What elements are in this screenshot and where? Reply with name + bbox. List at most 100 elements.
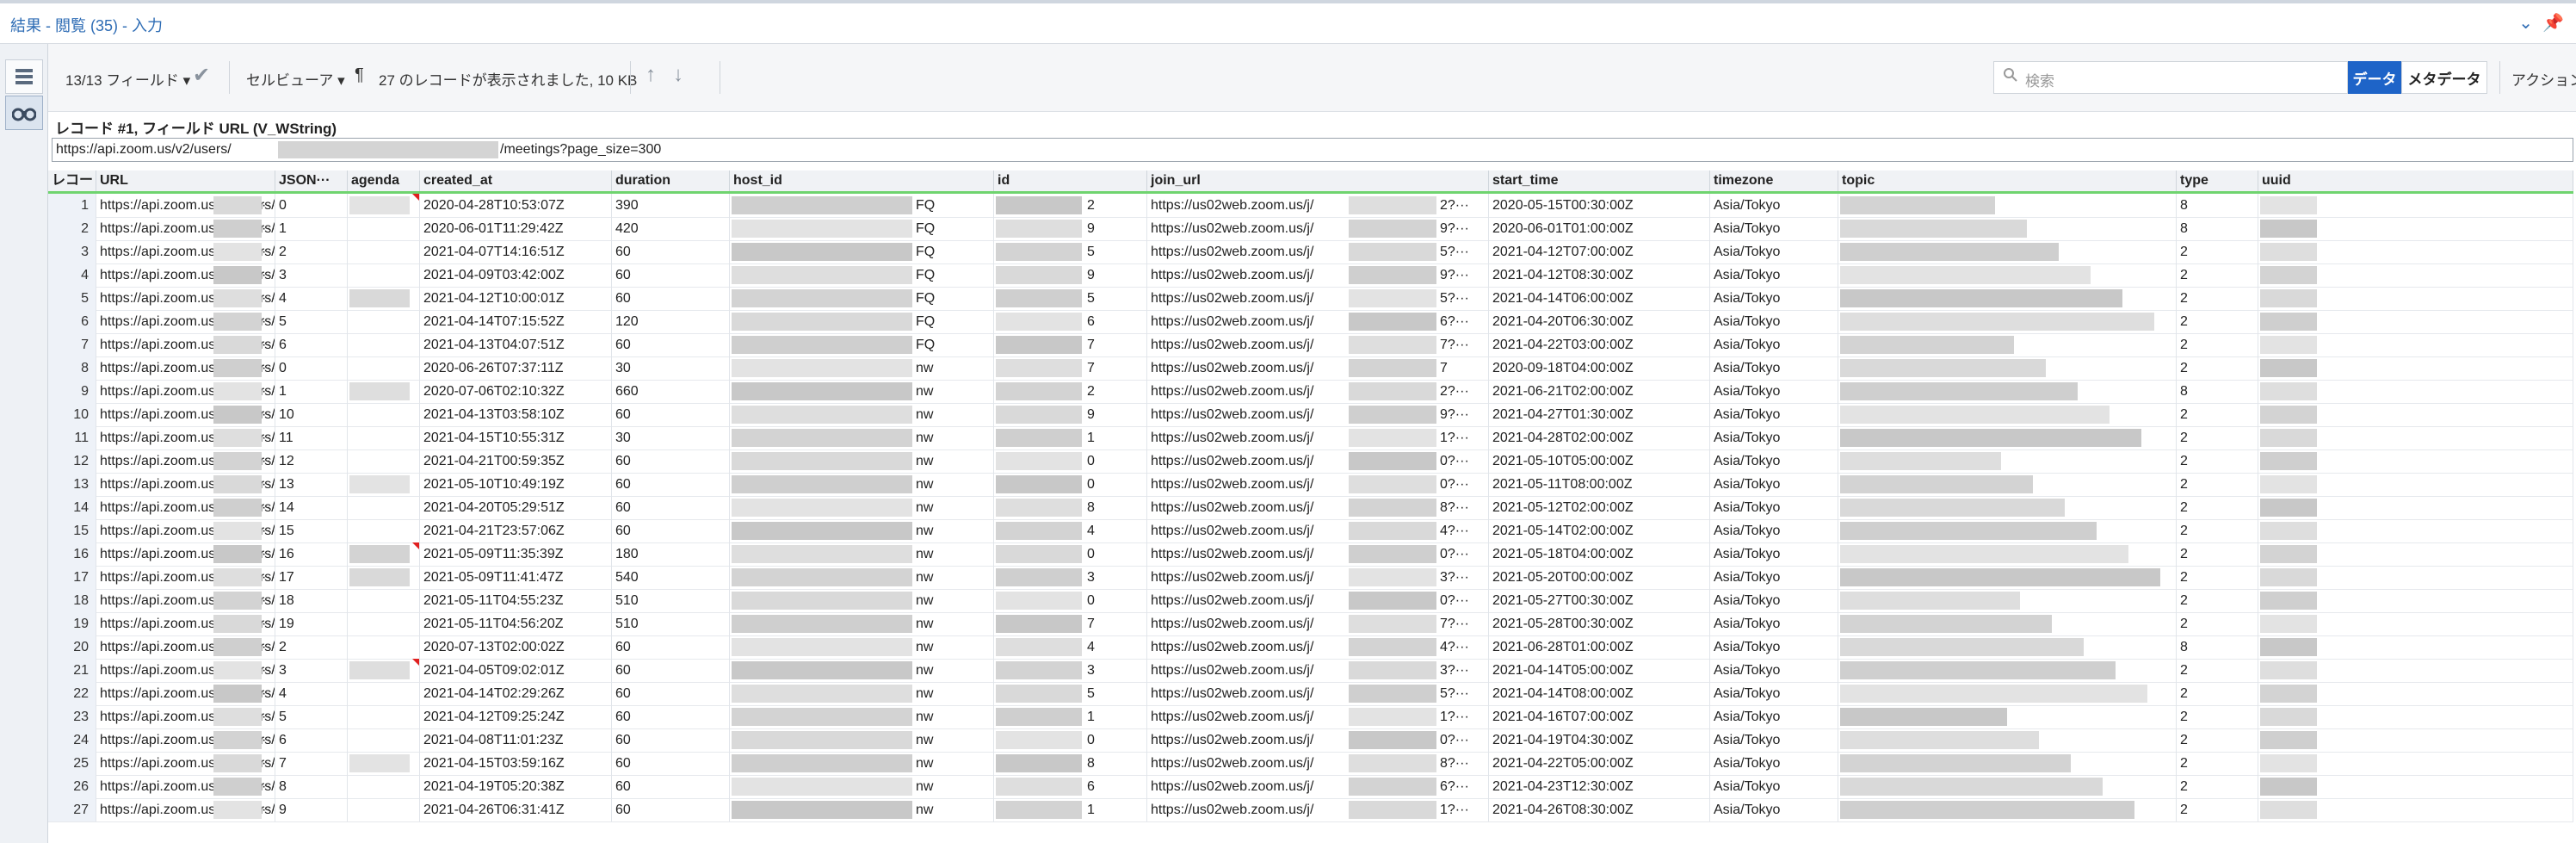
- cell-id[interactable]: 7: [994, 612, 1147, 635]
- search-input[interactable]: 検索: [2025, 69, 2054, 90]
- column-header-topic[interactable]: topic: [1838, 170, 2177, 191]
- cell-join-url[interactable]: https://us02web.zoom.us/j/6?···: [1147, 310, 1489, 333]
- cell-value-bar[interactable]: https://api.zoom.us/v2/users/ /meetings?…: [52, 138, 2573, 162]
- cell-created-at[interactable]: 2021-04-13T03:58:10Z: [420, 403, 612, 426]
- cell-json[interactable]: 7: [275, 752, 348, 775]
- column-header-url[interactable]: URL: [96, 170, 275, 191]
- cell-type[interactable]: 2: [2177, 426, 2258, 449]
- cell-timezone[interactable]: Asia/Tokyo: [1710, 566, 1838, 589]
- cell-duration[interactable]: 420: [612, 217, 730, 240]
- cell-id[interactable]: 2: [994, 380, 1147, 403]
- cell-join-url[interactable]: https://us02web.zoom.us/j/0?···: [1147, 449, 1489, 473]
- cell-host-id[interactable]: nw: [730, 473, 994, 496]
- cell-uuid[interactable]: [2258, 728, 2573, 752]
- cell-host-id[interactable]: nw: [730, 612, 994, 635]
- cell-type[interactable]: 2: [2177, 682, 2258, 705]
- cell-url[interactable]: https://api.zoom.us/v2/users/···: [96, 287, 275, 310]
- cell-type[interactable]: 2: [2177, 589, 2258, 612]
- cell-url[interactable]: https://api.zoom.us/v2/users/···: [96, 473, 275, 496]
- cell-uuid[interactable]: [2258, 263, 2573, 287]
- cell-start-time[interactable]: 2021-05-28T00:30:00Z: [1489, 612, 1710, 635]
- cell-topic[interactable]: [1838, 403, 2177, 426]
- cell-id[interactable]: 1: [994, 705, 1147, 728]
- cell-duration[interactable]: 30: [612, 356, 730, 380]
- table-row[interactable]: 7 https://api.zoom.us/v2/users/··· 6 2021-0…: [48, 333, 2573, 357]
- cell-id[interactable]: 6: [994, 775, 1147, 798]
- cell-uuid[interactable]: [2258, 449, 2573, 473]
- cell-type[interactable]: 2: [2177, 519, 2258, 542]
- cell-join-url[interactable]: https://us02web.zoom.us/j/2?···: [1147, 380, 1489, 403]
- cell-created-at[interactable]: 2020-06-26T07:37:11Z: [420, 356, 612, 380]
- cell-agenda[interactable]: [348, 263, 420, 287]
- cell-url[interactable]: https://api.zoom.us/v2/users/···: [96, 217, 275, 240]
- cell-json[interactable]: 13: [275, 473, 348, 496]
- cell-rec[interactable]: 15: [48, 519, 96, 542]
- cell-id[interactable]: 6: [994, 310, 1147, 333]
- cell-duration[interactable]: 60: [612, 240, 730, 263]
- list-icon[interactable]: [5, 59, 43, 94]
- table-row[interactable]: 18 https://api.zoom.us/v2/users/··· 18 2021…: [48, 589, 2573, 613]
- cell-created-at[interactable]: 2021-05-11T04:56:20Z: [420, 612, 612, 635]
- cell-json[interactable]: 4: [275, 287, 348, 310]
- cell-join-url[interactable]: https://us02web.zoom.us/j/5?···: [1147, 682, 1489, 705]
- cell-type[interactable]: 2: [2177, 798, 2258, 821]
- cell-join-url[interactable]: https://us02web.zoom.us/j/0?···: [1147, 473, 1489, 496]
- cell-url[interactable]: https://api.zoom.us/v2/users/···: [96, 310, 275, 333]
- cell-join-url[interactable]: https://us02web.zoom.us/j/5?···: [1147, 287, 1489, 310]
- cell-duration[interactable]: 60: [612, 287, 730, 310]
- cell-join-url[interactable]: https://us02web.zoom.us/j/3?···: [1147, 566, 1489, 589]
- cell-json[interactable]: 3: [275, 659, 348, 682]
- cell-id[interactable]: 0: [994, 542, 1147, 566]
- cell-url[interactable]: https://api.zoom.us/v2/users/···: [96, 449, 275, 473]
- cell-agenda[interactable]: [348, 426, 420, 449]
- cell-start-time[interactable]: 2021-04-12T07:00:00Z: [1489, 240, 1710, 263]
- cell-timezone[interactable]: Asia/Tokyo: [1710, 542, 1838, 566]
- cell-url[interactable]: https://api.zoom.us/v2/users/···: [96, 728, 275, 752]
- cell-join-url[interactable]: https://us02web.zoom.us/j/4?···: [1147, 635, 1489, 659]
- cell-id[interactable]: 0: [994, 728, 1147, 752]
- cell-id[interactable]: 5: [994, 287, 1147, 310]
- cell-agenda[interactable]: [348, 473, 420, 496]
- cell-start-time[interactable]: 2021-04-16T07:00:00Z: [1489, 705, 1710, 728]
- cell-type[interactable]: 8: [2177, 380, 2258, 403]
- cell-url[interactable]: https://api.zoom.us/v2/users/···: [96, 566, 275, 589]
- cell-start-time[interactable]: 2021-04-28T02:00:00Z: [1489, 426, 1710, 449]
- cell-rec[interactable]: 14: [48, 496, 96, 519]
- cell-rec[interactable]: 26: [48, 775, 96, 798]
- cell-topic[interactable]: [1838, 589, 2177, 612]
- cell-uuid[interactable]: [2258, 589, 2573, 612]
- cell-created-at[interactable]: 2021-04-14T07:15:52Z: [420, 310, 612, 333]
- cell-host-id[interactable]: nw: [730, 542, 994, 566]
- cell-duration[interactable]: 30: [612, 426, 730, 449]
- table-row[interactable]: 13 https://api.zoom.us/v2/users/··· 13 2021…: [48, 473, 2573, 497]
- cell-rec[interactable]: 10: [48, 403, 96, 426]
- cell-url[interactable]: https://api.zoom.us/v2/users/···: [96, 426, 275, 449]
- cell-json[interactable]: 0: [275, 194, 348, 217]
- cell-timezone[interactable]: Asia/Tokyo: [1710, 380, 1838, 403]
- cell-json[interactable]: 8: [275, 775, 348, 798]
- cell-uuid[interactable]: [2258, 473, 2573, 496]
- cell-timezone[interactable]: Asia/Tokyo: [1710, 263, 1838, 287]
- cell-agenda[interactable]: [348, 194, 420, 217]
- table-row[interactable]: 21 https://api.zoom.us/v2/users/··· 3 2021-…: [48, 659, 2573, 683]
- cell-json[interactable]: 9: [275, 798, 348, 821]
- cell-type[interactable]: 2: [2177, 542, 2258, 566]
- cell-json[interactable]: 2: [275, 635, 348, 659]
- cell-type[interactable]: 2: [2177, 659, 2258, 682]
- cell-created-at[interactable]: 2021-04-26T06:31:41Z: [420, 798, 612, 821]
- cell-timezone[interactable]: Asia/Tokyo: [1710, 752, 1838, 775]
- data-tab-button[interactable]: データ: [2348, 61, 2401, 94]
- cell-url[interactable]: https://api.zoom.us/v2/users/···: [96, 705, 275, 728]
- cell-rec[interactable]: 24: [48, 728, 96, 752]
- cell-uuid[interactable]: [2258, 659, 2573, 682]
- cell-timezone[interactable]: Asia/Tokyo: [1710, 635, 1838, 659]
- cell-url[interactable]: https://api.zoom.us/v2/users/···: [96, 263, 275, 287]
- cell-duration[interactable]: 60: [612, 682, 730, 705]
- table-row[interactable]: 20 https://api.zoom.us/v2/users/··· 2 2020-…: [48, 635, 2573, 660]
- cell-json[interactable]: 5: [275, 310, 348, 333]
- cell-host-id[interactable]: nw: [730, 659, 994, 682]
- cell-agenda[interactable]: [348, 217, 420, 240]
- cell-type[interactable]: 2: [2177, 356, 2258, 380]
- cell-join-url[interactable]: https://us02web.zoom.us/j/1?···: [1147, 798, 1489, 821]
- cell-rec[interactable]: 27: [48, 798, 96, 821]
